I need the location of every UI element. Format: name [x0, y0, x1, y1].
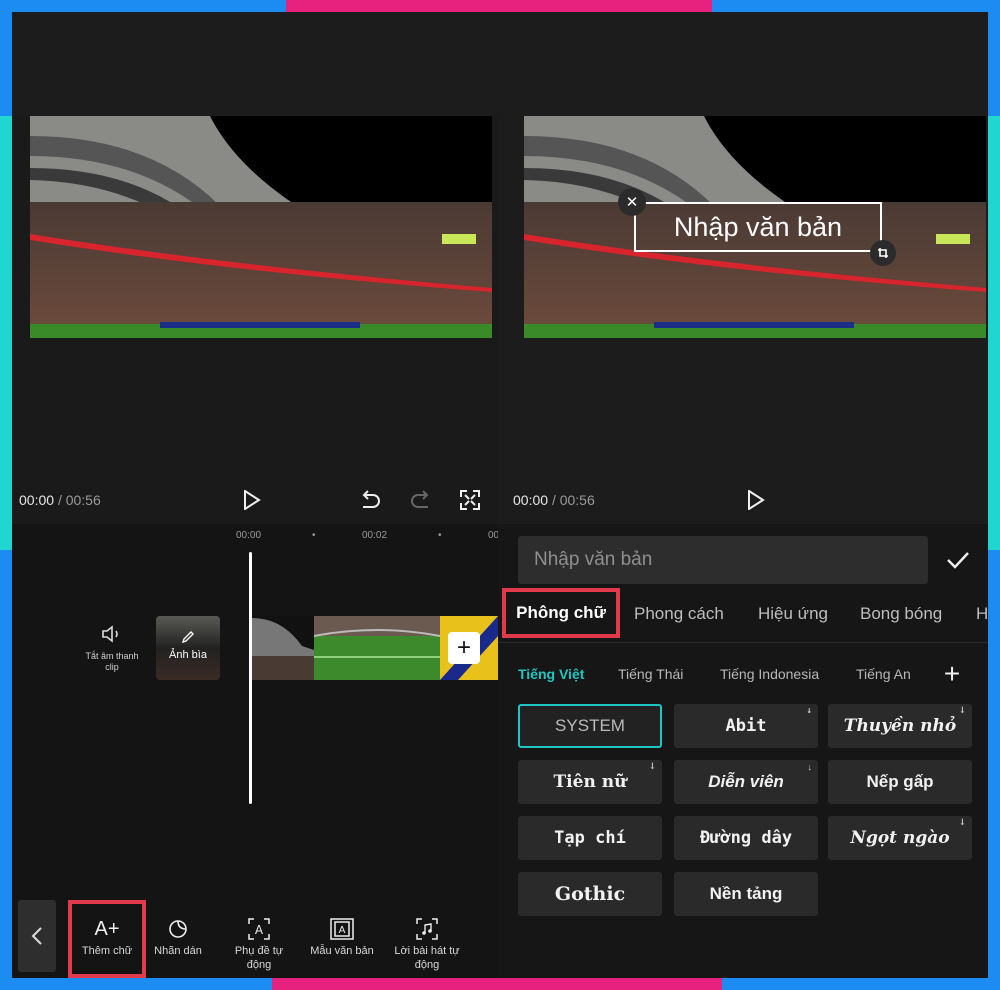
divider	[498, 642, 988, 643]
border-top-pink	[286, 0, 712, 12]
edit-pencil-icon	[181, 631, 194, 644]
font-gothic[interactable]: Gothic	[518, 872, 662, 916]
font-thuyen-nho[interactable]: Thuyền nhỏ ↓	[828, 704, 972, 748]
lang-indonesian[interactable]: Tiếng Indonesia	[720, 666, 819, 682]
undo-button[interactable]	[358, 488, 382, 512]
stadium-image	[30, 116, 492, 338]
time-current: 00:00	[19, 492, 55, 508]
time-display: 00:00 / 00:56	[513, 492, 595, 508]
video-preview[interactable]	[30, 116, 492, 338]
playhead[interactable]	[249, 552, 252, 804]
chevron-left-icon	[31, 927, 42, 945]
font-duong-day[interactable]: Đường dây	[674, 816, 818, 860]
play-button[interactable]	[744, 488, 768, 512]
confirm-button[interactable]	[942, 544, 974, 576]
text-input-placeholder: Nhập văn bản	[534, 549, 653, 570]
time-display: 00:00 / 00:56	[19, 492, 101, 508]
font-abit[interactable]: Abit ↓	[674, 704, 818, 748]
tab-style[interactable]: Phong cách	[634, 604, 724, 624]
auto-lyrics-icon	[386, 914, 468, 944]
text-input-field[interactable]: Nhập văn bản	[518, 536, 928, 584]
auto-lyrics-button[interactable]: Lời bài hát tự động	[386, 900, 468, 978]
check-icon	[947, 552, 969, 569]
font-nen-tang[interactable]: Nền tảng	[674, 872, 818, 916]
editor-left-panel: 00:00 / 00:56 00:00 • 00:02 • 00 Tắt âm …	[12, 12, 498, 978]
font-ngot-ngao[interactable]: Ngọt ngào ↓	[828, 816, 972, 860]
rotate-scale-icon	[878, 248, 888, 258]
border-left-cyan	[0, 116, 12, 550]
editor-right-panel: Nhập văn bản ✕ 00:00 / 00:56 Nhập văn bả…	[498, 12, 988, 978]
sticker-icon	[146, 914, 210, 944]
tab-effects[interactable]: Hiệu ứng	[758, 604, 828, 624]
text-template-button[interactable]: A Mẫu văn bản	[302, 900, 382, 978]
add-language-button[interactable]: +	[940, 658, 964, 689]
mute-clip-label: Tắt âm thanh clip	[85, 651, 139, 672]
tool-label: Lời bài hát tự động	[394, 945, 460, 971]
border-bottom-pink	[272, 978, 722, 990]
fullscreen-button[interactable]	[458, 488, 482, 512]
tab-bubbles[interactable]: Bong bóng	[860, 604, 942, 624]
text-add-icon: A+	[94, 918, 120, 940]
font-dien-vien[interactable]: Diễn viên ↓	[674, 760, 818, 804]
ruler-tick: 00	[488, 530, 498, 541]
time-total: / 00:56	[57, 492, 101, 508]
plus-icon: +	[943, 658, 961, 689]
font-system[interactable]: SYSTEM	[518, 704, 662, 748]
time-total: / 00:56	[551, 492, 595, 508]
text-template-icon: A	[302, 914, 382, 944]
lang-english[interactable]: Tiếng An	[856, 666, 916, 682]
cover-label: Ảnh bìa	[169, 649, 207, 661]
tab-more[interactable]: H	[976, 604, 988, 624]
back-button[interactable]	[18, 900, 56, 972]
border-right-cyan	[988, 116, 1000, 550]
lang-vietnamese[interactable]: Tiếng Việt	[518, 666, 584, 682]
svg-text:A: A	[339, 925, 346, 936]
tab-font-label: Phông chữ	[516, 603, 606, 622]
sticker-button[interactable]: Nhãn dán	[146, 900, 210, 978]
ruler-tick: 00:00	[236, 530, 262, 541]
tool-label: Nhãn dán	[154, 945, 202, 957]
download-icon: ↓	[807, 762, 813, 772]
redo-button[interactable]	[409, 488, 433, 512]
download-icon: ↓	[648, 762, 656, 772]
add-text-button[interactable]: A+ Thêm chữ	[68, 900, 146, 978]
tool-label: Phụ đề tự động	[234, 945, 284, 971]
time-current: 00:00	[513, 492, 549, 508]
font-tien-nu[interactable]: Tiên nữ ↓	[518, 760, 662, 804]
download-icon: ↓	[806, 706, 812, 716]
redo-icon	[411, 490, 429, 508]
svg-text:A: A	[255, 923, 264, 937]
overlay-delete-button[interactable]: ✕	[618, 188, 646, 216]
download-icon: ↓	[958, 818, 966, 828]
fullscreen-icon	[460, 490, 480, 510]
screenshot-frame: 00:00 / 00:56 00:00 • 00:02 • 00 Tắt âm …	[12, 12, 988, 978]
font-nep-gap[interactable]: Nếp gấp	[828, 760, 972, 804]
overlay-text: Nhập văn bản	[673, 211, 843, 242]
text-overlay-box[interactable]: Nhập văn bản	[634, 202, 882, 252]
auto-caption-button[interactable]: A Phụ đề tự động	[222, 900, 296, 978]
tab-font[interactable]: Phông chữ	[502, 588, 620, 638]
plus-icon: +	[456, 634, 471, 661]
play-icon	[244, 490, 261, 510]
overlay-resize-handle[interactable]	[870, 240, 896, 266]
speaker-icon	[102, 625, 118, 643]
ruler-tick: 00:02	[362, 530, 388, 541]
close-icon: ✕	[625, 194, 639, 211]
cover-thumbnail-button[interactable]: Ảnh bìa	[156, 616, 220, 680]
undo-icon	[362, 490, 380, 508]
play-button[interactable]	[240, 488, 264, 512]
tool-label: Mẫu văn bản	[310, 945, 374, 957]
font-tap-chi[interactable]: Tạp chí	[518, 816, 662, 860]
tool-label: Thêm chữ	[81, 945, 133, 957]
mute-clip-button[interactable]: Tắt âm thanh clip	[80, 624, 144, 673]
auto-caption-icon: A	[222, 914, 296, 944]
lang-thai[interactable]: Tiếng Thái	[618, 666, 683, 682]
play-icon	[748, 490, 765, 510]
add-clip-button[interactable]: +	[448, 632, 480, 664]
download-icon: ↓	[958, 706, 966, 716]
